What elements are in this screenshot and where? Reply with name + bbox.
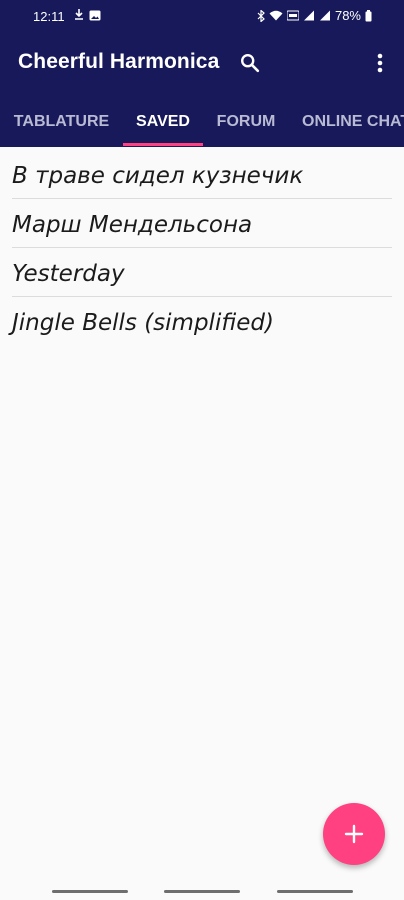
image-icon — [89, 10, 101, 20]
bluetooth-icon — [257, 9, 265, 22]
toolbar: Cheerful Harmonica — [0, 40, 404, 90]
search-button[interactable] — [236, 49, 264, 77]
app-title: Cheerful Harmonica — [18, 50, 220, 73]
wifi-icon — [269, 10, 283, 21]
nav-handle-right[interactable] — [277, 890, 353, 893]
saved-item-grasshopper[interactable]: В траве сидел кузнечик — [12, 150, 392, 199]
plus-icon — [344, 824, 364, 844]
more-vert-icon — [377, 53, 383, 73]
system-nav-bar — [0, 882, 404, 900]
tab-saved[interactable]: SAVED — [123, 96, 203, 147]
app-bar: 12:11 78% Cheerful Harmonica TABLATURE S… — [0, 0, 404, 147]
tab-bar: TABLATURE SAVED FORUM ONLINE CHAT — [0, 96, 404, 147]
saved-item-yesterday[interactable]: Yesterday — [12, 248, 392, 297]
signal-icon — [303, 10, 314, 21]
status-notification-icons — [74, 9, 101, 21]
saved-item-jingle-bells[interactable]: Jingle Bells (simplified) — [12, 297, 392, 345]
status-bar: 12:11 78% — [0, 0, 404, 32]
saved-list: В траве сидел кузнечик Марш Мендельсона … — [0, 150, 404, 345]
tab-tablature[interactable]: TABLATURE — [0, 96, 123, 147]
tab-indicator — [123, 143, 203, 146]
nav-handle-center[interactable] — [164, 890, 240, 893]
signal-2-icon — [319, 10, 330, 21]
tab-online-chat[interactable]: ONLINE CHAT — [289, 96, 404, 147]
status-system-icons: 78% — [257, 8, 372, 23]
add-fab-button[interactable] — [323, 803, 385, 865]
search-icon — [241, 54, 260, 73]
volte-icon — [286, 10, 299, 21]
nav-handle-left[interactable] — [52, 890, 128, 893]
status-time: 12:11 — [33, 9, 65, 24]
download-icon — [75, 9, 83, 20]
battery-icon — [365, 9, 372, 21]
more-options-button[interactable] — [366, 49, 394, 77]
saved-item-wedding-march[interactable]: Марш Мендельсона — [12, 199, 392, 248]
tab-forum[interactable]: FORUM — [203, 96, 289, 147]
battery-percent: 78% — [334, 8, 361, 23]
